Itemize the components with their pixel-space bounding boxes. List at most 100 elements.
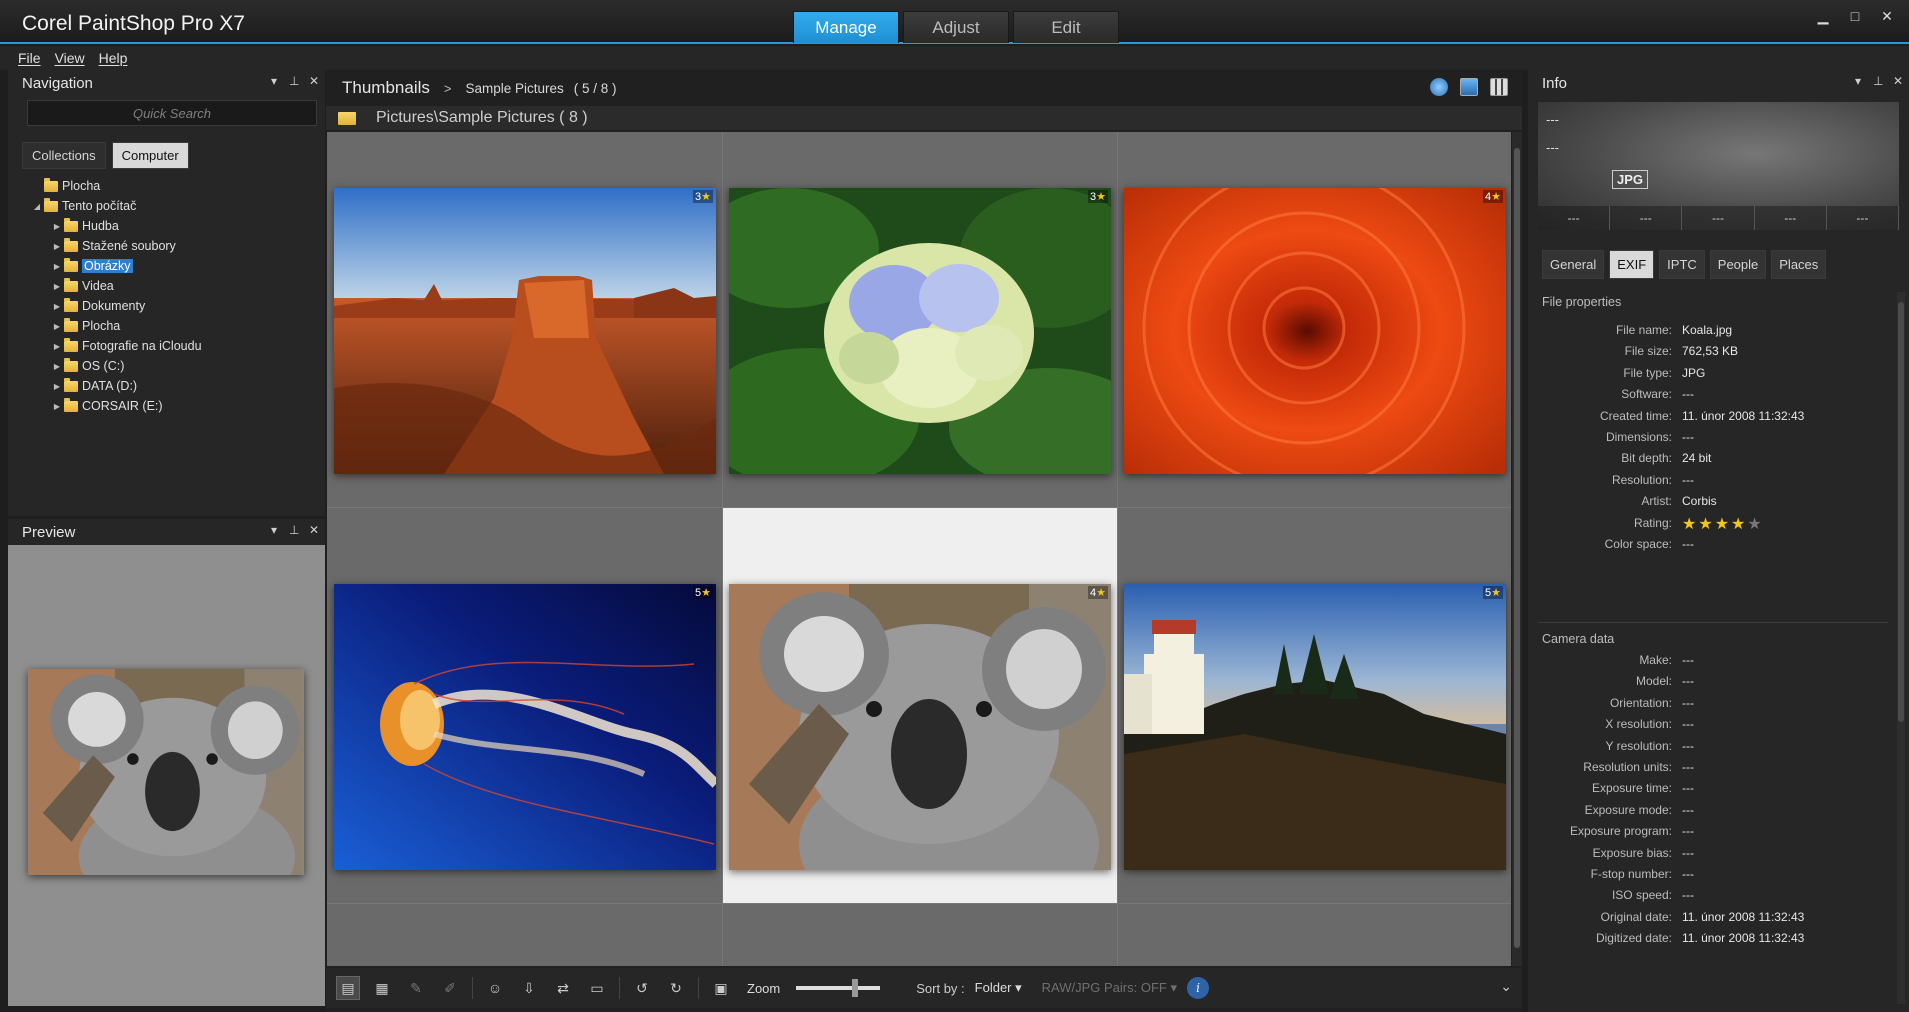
tree-item[interactable]: ▶ CORSAIR (E:) (8, 396, 325, 416)
expand-arrow-icon[interactable]: ◢ (30, 202, 44, 211)
folder-icon (44, 197, 58, 212)
expand-arrow-icon[interactable]: ▶ (50, 402, 64, 411)
tab-places[interactable]: Places (1771, 250, 1827, 279)
tab-exif[interactable]: EXIF (1609, 250, 1655, 279)
title-bar: Corel PaintShop Pro X7 Manage Adjust Edi… (0, 0, 1909, 44)
expand-arrow-icon[interactable]: ▶ (50, 242, 64, 251)
preview-mode-icon[interactable] (1460, 78, 1478, 96)
tree-item[interactable]: ▶ Fotografie na iCloudu (8, 336, 325, 356)
folder-icon (338, 111, 356, 125)
panel-menu-icon[interactable]: ▾ (1853, 74, 1863, 88)
rotate-right-icon[interactable]: ↻ (664, 976, 688, 1000)
folder-icon (64, 277, 78, 292)
pin-icon[interactable]: ⊥ (289, 523, 299, 537)
tab-manage[interactable]: Manage (793, 11, 899, 43)
menu-view[interactable]: View (55, 50, 85, 66)
pin-icon[interactable]: ⊥ (1873, 74, 1883, 88)
details-view-icon[interactable]: ▦ (370, 976, 394, 1000)
close-icon[interactable]: ✕ (1879, 8, 1895, 25)
zoom-handle[interactable] (852, 979, 859, 997)
info-key: Color space: (1604, 537, 1672, 551)
panel-menu-icon[interactable]: ▾ (269, 523, 279, 537)
thumbnails-area: Thumbnails > Sample Pictures ( 5 / 8 ) P… (326, 70, 1522, 1012)
tab-collections[interactable]: Collections (22, 142, 106, 169)
expand-arrow-icon[interactable]: ▶ (50, 342, 64, 351)
brush-icon[interactable]: ✎ (404, 976, 428, 1000)
close-icon[interactable]: ✕ (1893, 74, 1903, 88)
share-icon[interactable]: ⇄ (551, 976, 575, 1000)
tree-item[interactable]: ▶ DATA (D:) (8, 376, 325, 396)
star-icon[interactable]: ★ (1747, 514, 1761, 534)
scrollbar-thumb[interactable] (1514, 148, 1520, 948)
quick-search-input[interactable]: Quick Search (27, 100, 317, 126)
raw-jpg-pairs-dropdown[interactable]: RAW/JPG Pairs: OFF ▾ (1042, 980, 1177, 996)
panel-controls: ▾ ⊥ ✕ (269, 74, 319, 88)
sort-dropdown[interactable]: Folder ▾ (975, 980, 1022, 996)
tree-item[interactable]: Plocha (8, 176, 325, 196)
info-icon[interactable]: i (1186, 977, 1209, 999)
maximize-icon[interactable]: □ (1847, 8, 1863, 25)
star-icon[interactable]: ★ (1731, 514, 1745, 534)
info-scrollbar[interactable] (1897, 292, 1905, 1004)
expand-arrow-icon[interactable]: ▶ (50, 302, 64, 311)
tree-item[interactable]: ▶ Obrázky (8, 256, 325, 276)
star-icon[interactable]: ★ (1698, 514, 1712, 534)
folder-icon (64, 237, 78, 252)
tab-adjust[interactable]: Adjust (903, 11, 1009, 43)
expand-arrow-icon[interactable]: ▶ (50, 262, 64, 271)
thumbnail-koala[interactable]: 4★ (729, 584, 1111, 870)
vertical-scrollbar[interactable] (1512, 132, 1522, 966)
thumbnail-mode-icon[interactable] (1490, 78, 1508, 96)
menu-file[interactable]: File (18, 50, 41, 66)
thumbnail-chrysanthemum[interactable]: 4★ (1124, 188, 1506, 474)
tree-item[interactable]: ▶ OS (C:) (8, 356, 325, 376)
info-value: --- (1682, 738, 1694, 753)
expand-arrow-icon[interactable]: ▶ (50, 362, 64, 371)
expand-arrow-icon[interactable]: ▶ (50, 282, 64, 291)
tree-item[interactable]: ▶ Dokumenty (8, 296, 325, 316)
import-icon[interactable]: ⇩ (517, 976, 541, 1000)
close-icon[interactable]: ✕ (309, 74, 319, 88)
tab-computer[interactable]: Computer (111, 142, 189, 169)
panel-menu-icon[interactable]: ▾ (269, 74, 279, 88)
star-icon[interactable]: ★ (1715, 514, 1729, 534)
tree-item[interactable]: ▶ Videa (8, 276, 325, 296)
pin-icon[interactable]: ⊥ (289, 74, 299, 88)
slideshow-icon[interactable]: ▭ (585, 976, 609, 1000)
tab-general[interactable]: General (1542, 250, 1605, 279)
rating-stars[interactable]: ★ ★ ★ ★ ★ (1682, 514, 1762, 534)
tab-edit[interactable]: Edit (1013, 11, 1119, 43)
refresh-icon[interactable] (1430, 78, 1448, 96)
thumbnail-hydrangeas[interactable]: 3★ (729, 188, 1111, 474)
folder-view-icon[interactable]: ▤ (336, 976, 360, 1000)
photo-icon[interactable]: ▣ (709, 976, 733, 1000)
retouch-icon[interactable]: ✐ (438, 976, 462, 1000)
people-icon[interactable]: ☺ (483, 976, 507, 1000)
expand-arrow-icon[interactable]: ▶ (50, 222, 64, 231)
tree-item[interactable]: ◢ Tento počítač (8, 196, 325, 216)
zoom-slider[interactable] (796, 979, 881, 997)
close-icon[interactable]: ✕ (309, 523, 319, 537)
menu-help[interactable]: Help (99, 50, 128, 66)
expand-arrow-icon[interactable]: ▶ (50, 322, 64, 331)
breadcrumb[interactable]: Sample Pictures (465, 81, 563, 96)
histo-dash: --- (1546, 112, 1559, 127)
info-row: Created time: 11. únor 2008 11:32:43 (1528, 409, 1888, 427)
thumbnail-jellyfish[interactable]: 5★ (334, 584, 716, 870)
minimize-icon[interactable]: ▁ (1815, 8, 1831, 25)
tree-item[interactable]: ▶ Plocha (8, 316, 325, 336)
rating-badge: 4★ (1088, 586, 1108, 599)
scrollbar-thumb[interactable] (1898, 302, 1904, 722)
tab-iptc[interactable]: IPTC (1659, 250, 1705, 279)
info-value: --- (1682, 760, 1694, 774)
star-icon[interactable]: ★ (1682, 514, 1696, 534)
thumbnail-lighthouse[interactable]: 5★ (1124, 584, 1506, 870)
chevron-down-icon[interactable]: ⌄ (1500, 978, 1512, 995)
thumbnail-desert[interactable]: 3★ (334, 188, 716, 474)
tree-item[interactable]: ▶ Stažené soubory (8, 236, 325, 256)
info-row: Digitized date: 11. únor 2008 11:32:43 (1528, 931, 1888, 949)
rotate-left-icon[interactable]: ↺ (630, 976, 654, 1000)
tab-people[interactable]: People (1709, 250, 1767, 279)
expand-arrow-icon[interactable]: ▶ (50, 382, 64, 391)
tree-item[interactable]: ▶ Hudba (8, 216, 325, 236)
